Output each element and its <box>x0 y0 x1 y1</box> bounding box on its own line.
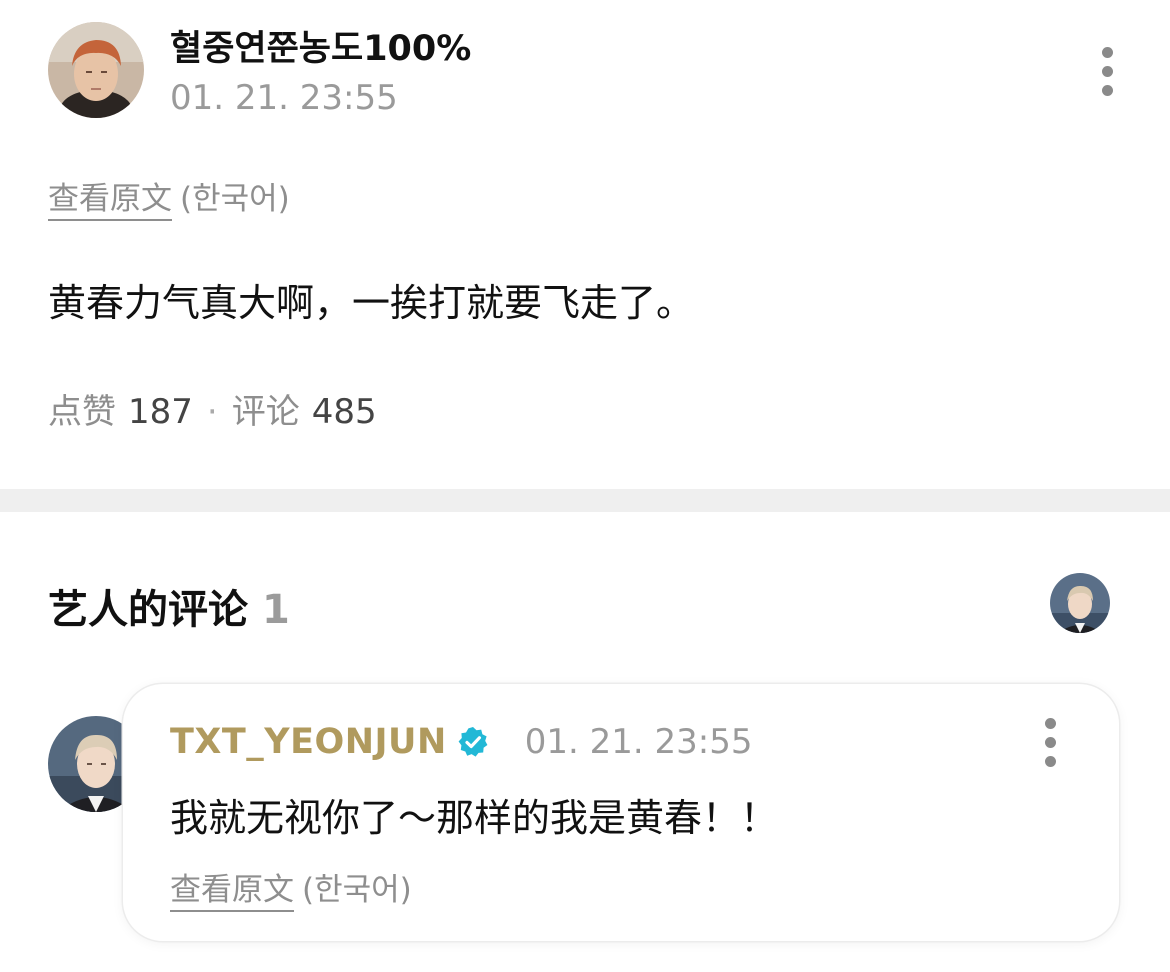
likes-label: 点赞 <box>48 392 116 432</box>
section-divider <box>0 489 1170 512</box>
original-language: (한국어) <box>180 181 290 217</box>
more-icon[interactable] <box>1087 36 1127 106</box>
more-dot <box>1044 717 1056 729</box>
artist-avatar-small[interactable] <box>1050 573 1110 633</box>
more-icon[interactable] <box>1030 707 1070 777</box>
author-avatar[interactable] <box>48 22 144 118</box>
post: 혈중연쭌농도100% 01. 21. 23:55 查看原文 (한국어) 黄春力气真… <box>0 0 1170 489</box>
more-dot <box>1044 755 1056 767</box>
original-language: (한국어) <box>302 872 412 908</box>
post-body-text: 黄春力气真大啊，一挨打就要飞走了。 <box>48 281 695 325</box>
comment-timestamp: 01. 21. 23:55 <box>524 722 753 762</box>
post-view-original: 查看原文 (한국어) <box>48 173 290 218</box>
more-dot <box>1044 736 1056 748</box>
more-dot <box>1101 46 1113 58</box>
post-stats: 点赞 187 · 评论 485 <box>48 384 377 433</box>
artist-comment-card[interactable]: TXT_YEONJUN 01. 21. 23:55 我就无视你了～那样的我是黄春… <box>123 684 1119 941</box>
artist-comments-title: 艺人的评论 1 <box>48 577 290 635</box>
comment-header: TXT_YEONJUN 01. 21. 23:55 <box>170 722 753 762</box>
comment-author-name[interactable]: TXT_YEONJUN <box>170 722 447 762</box>
post-timestamp: 01. 21. 23:55 <box>170 78 398 118</box>
artist-comments-label: 艺人的评论 <box>48 587 248 633</box>
view-original-link[interactable]: 查看原文 <box>48 181 172 217</box>
more-dot <box>1101 84 1113 96</box>
author-name[interactable]: 혈중연쭌농도100% <box>170 20 471 71</box>
comment-text: 我就无视你了～那样的我是黄春！！ <box>170 796 779 840</box>
likes-count: 187 <box>128 392 193 432</box>
comments-count: 485 <box>311 392 377 432</box>
view-original-link[interactable]: 查看原文 <box>170 872 294 908</box>
comments-label: 评论 <box>231 392 300 432</box>
comment-view-original: 查看原文 (한국어) <box>170 864 412 909</box>
artist-comments-count: 1 <box>262 587 290 633</box>
stats-separator: · <box>206 392 218 432</box>
more-dot <box>1101 65 1113 77</box>
verified-badge-icon <box>458 727 488 757</box>
